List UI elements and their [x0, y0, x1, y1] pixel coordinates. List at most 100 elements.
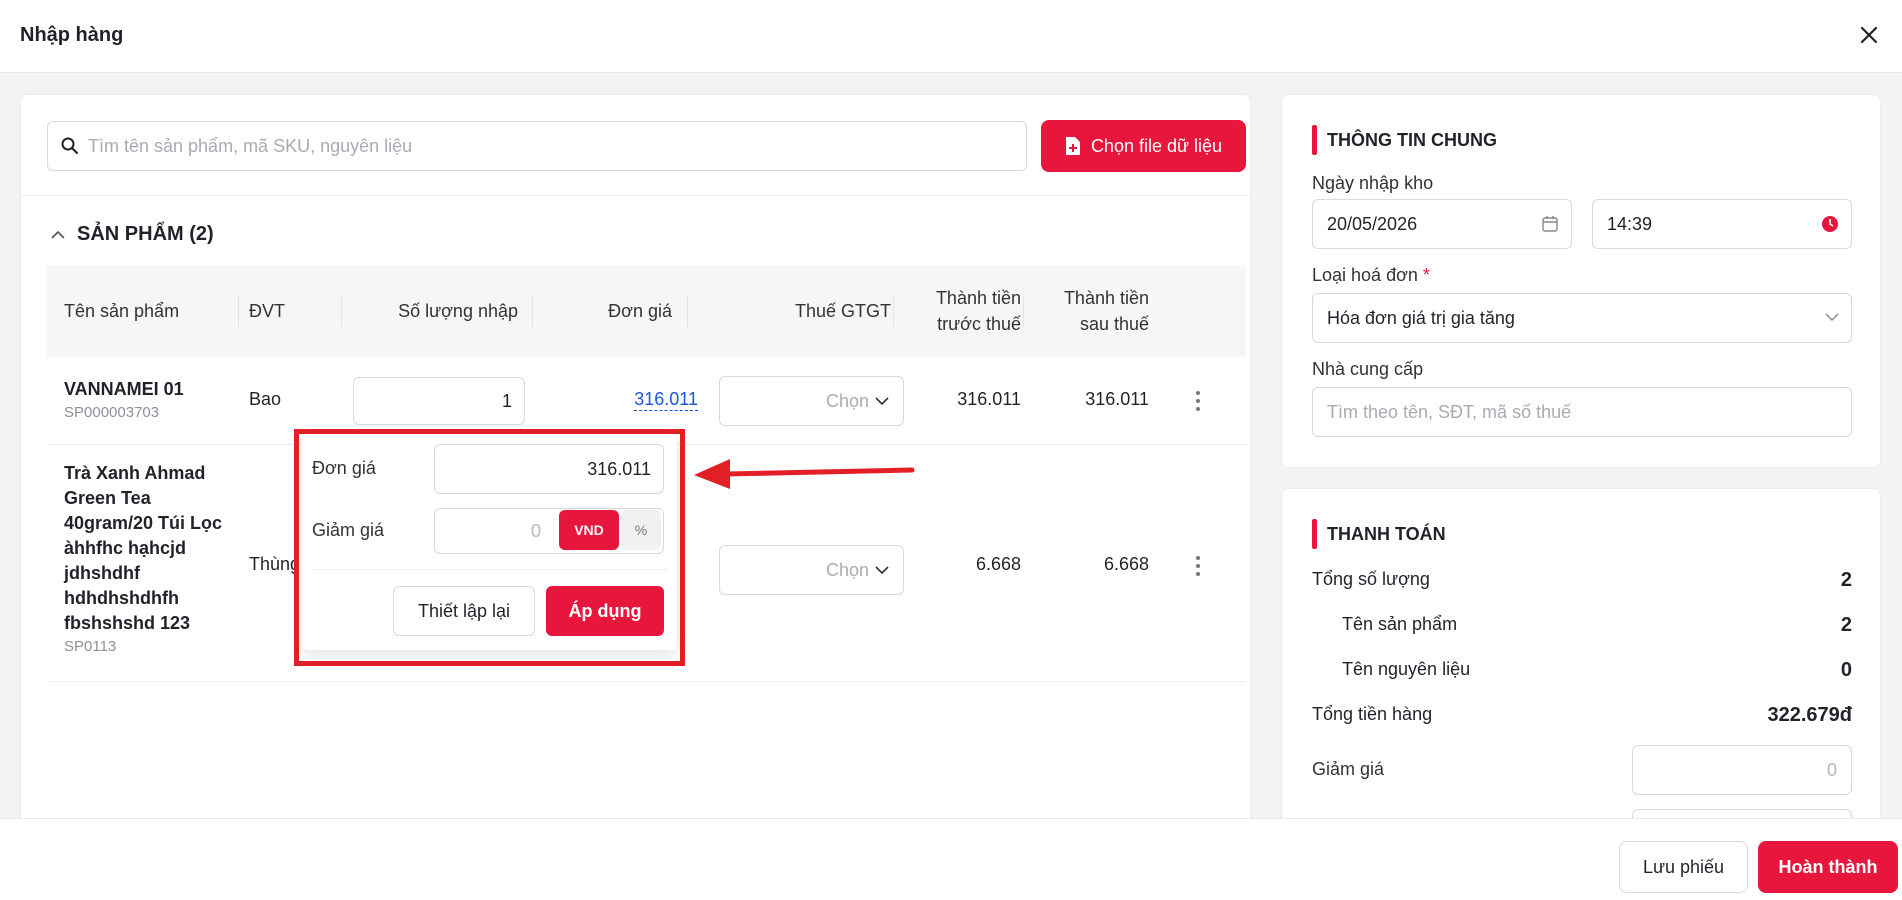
- chevron-up-icon: [51, 230, 65, 239]
- unit-cell: Thùng: [249, 554, 301, 574]
- import-time-field[interactable]: 14:39: [1592, 199, 1852, 249]
- product-name-line: àhhfhc hạhcjd: [64, 538, 187, 558]
- material-count-value: 0: [1840, 659, 1852, 681]
- search-icon: [61, 137, 79, 155]
- section-accent-bar: [1312, 125, 1317, 155]
- invoice-type-label-text: Loại hoá đơn: [1312, 265, 1418, 285]
- col-price: Đơn giá: [608, 300, 672, 321]
- table-header: Tên sản phẩm ĐVT Số lượng nhập Đơn giá T…: [47, 265, 1246, 357]
- before-tax-value: 6.668: [975, 554, 1021, 574]
- vat-select[interactable]: Chọn: [719, 545, 904, 595]
- modal-header: Nhập hàng: [0, 0, 1902, 73]
- col-after-tax-line2: sau thuế: [1079, 314, 1149, 334]
- invoice-type-value: Hóa đơn giá trị gia tăng: [1327, 307, 1515, 328]
- import-date-label: Ngày nhập kho: [1312, 173, 1434, 193]
- product-cell: Trà Xanh Ahmad Green Tea 40gram/20 Túi L…: [64, 461, 222, 655]
- search-box[interactable]: [47, 121, 1027, 171]
- total-qty-label: Tổng số lượng: [1312, 569, 1430, 589]
- payment-card: THANH TOÁN Tổng số lượng 2 Tên sản phẩm …: [1281, 488, 1881, 859]
- import-date-field[interactable]: 20/05/2026: [1312, 199, 1572, 249]
- section-accent-bar: [1312, 519, 1317, 549]
- invoice-type-select[interactable]: Hóa đơn giá trị gia tăng: [1312, 293, 1852, 343]
- product-name-line: Trà Xanh Ahmad: [64, 463, 206, 483]
- col-unit: ĐVT: [249, 300, 285, 321]
- product-cell: VANNAMEI 01 SP000003703: [64, 377, 184, 421]
- payment-title-text: THANH TOÁN: [1327, 523, 1446, 544]
- discount-label: Giảm giá: [1312, 759, 1385, 779]
- row-more-icon[interactable]: [1188, 386, 1208, 416]
- quantity-input[interactable]: 1: [353, 377, 525, 425]
- total-goods-label: Tổng tiền hàng: [1312, 704, 1433, 724]
- vat-select-placeholder: Chọn: [825, 390, 869, 411]
- products-section-title: SẢN PHẨM (2): [77, 223, 214, 245]
- divider: [341, 295, 342, 327]
- unit-price-link[interactable]: 316.011: [634, 389, 698, 411]
- annotation-highlight-box: [294, 429, 685, 666]
- vat-select-placeholder: Chọn: [825, 559, 869, 580]
- divider: [893, 295, 894, 327]
- general-info-title-text: THÔNG TIN CHUNG: [1327, 129, 1497, 150]
- material-count-label: Tên nguyên liệu: [1342, 659, 1471, 679]
- products-section-toggle[interactable]: SẢN PHẨM (2): [51, 223, 214, 246]
- col-after-tax-line1: Thành tiền: [1063, 288, 1149, 308]
- product-sku: SP0113: [64, 638, 117, 655]
- file-add-icon: [1065, 137, 1080, 155]
- invoice-type-label: Loại hoá đơn *: [1312, 265, 1430, 286]
- chevron-down-icon: [875, 566, 889, 575]
- vat-select[interactable]: Chọn: [719, 376, 904, 426]
- product-name-line: hdhdhshdhfh: [64, 588, 179, 608]
- close-icon[interactable]: [1856, 22, 1882, 48]
- divider: [532, 295, 533, 327]
- col-name: Tên sản phẩm: [64, 300, 180, 321]
- general-info-card: THÔNG TIN CHUNG Ngày nhập kho 20/05/2026…: [1281, 94, 1881, 468]
- discount-input[interactable]: 0: [1632, 745, 1852, 795]
- col-after-tax: Thành tiền sau thuế: [1027, 265, 1149, 357]
- before-tax-value: 316.011: [957, 389, 1021, 409]
- product-name-line: Green Tea: [64, 488, 151, 508]
- total-qty-row: Tổng số lượng 2: [1312, 569, 1852, 592]
- search-input[interactable]: [88, 135, 988, 157]
- chevron-down-icon: [1825, 313, 1839, 321]
- col-before-tax: Thành tiền trước thuế: [897, 265, 1021, 357]
- col-before-tax-line1: Thành tiền: [935, 288, 1021, 308]
- choose-file-label: Chọn file dữ liệu: [1090, 135, 1223, 156]
- payment-title: THANH TOÁN: [1312, 519, 1446, 549]
- annotation-arrow-icon: [694, 459, 915, 489]
- col-qty: Số lượng nhập: [398, 300, 518, 321]
- required-mark: *: [1422, 265, 1430, 285]
- product-name: VANNAMEI 01: [64, 379, 184, 399]
- general-info-title: THÔNG TIN CHUNG: [1312, 125, 1497, 155]
- after-tax-value: 316.011: [1085, 389, 1149, 409]
- product-name-line: jdhshdhf: [64, 563, 140, 583]
- after-tax-value: 6.668: [1103, 554, 1149, 574]
- product-count-label: Tên sản phẩm: [1342, 614, 1458, 634]
- page-title: Nhập hàng: [20, 24, 124, 46]
- complete-button[interactable]: Hoàn thành: [1758, 841, 1898, 893]
- divider: [687, 295, 688, 327]
- footer-bar: Lưu phiếu Hoàn thành: [0, 818, 1902, 900]
- import-time-value: 14:39: [1607, 213, 1653, 234]
- product-name-line: 40gram/20 Túi Lọc: [64, 513, 223, 533]
- total-goods-value: 322.679đ: [1767, 704, 1852, 726]
- col-vat: Thuế GTGT: [794, 300, 891, 321]
- total-qty-value: 2: [1840, 569, 1852, 591]
- unit-cell: Bao: [249, 389, 282, 409]
- total-goods-row: Tổng tiền hàng 322.679đ: [1312, 704, 1852, 727]
- chevron-down-icon: [875, 397, 889, 406]
- import-date-value: 20/05/2026: [1327, 213, 1418, 234]
- product-count-row: Tên sản phẩm 2: [1312, 614, 1852, 637]
- row-more-icon[interactable]: [1188, 551, 1208, 581]
- divider: [21, 195, 1250, 196]
- choose-file-button[interactable]: Chọn file dữ liệu: [1041, 120, 1246, 172]
- save-draft-button[interactable]: Lưu phiếu: [1619, 841, 1748, 893]
- divider: [1023, 295, 1024, 327]
- col-before-tax-line2: trước thuế: [937, 314, 1021, 334]
- product-count-value: 2: [1840, 614, 1852, 636]
- supplier-label: Nhà cung cấp: [1312, 359, 1424, 379]
- material-count-row: Tên nguyên liệu 0: [1312, 659, 1852, 682]
- product-name-line: fbshshshd 123: [64, 613, 191, 633]
- supplier-input[interactable]: Tìm theo tên, SĐT, mã số thuế: [1312, 387, 1852, 437]
- calendar-icon: [1542, 216, 1558, 232]
- clock-icon: [1822, 216, 1838, 232]
- product-sku: SP000003703: [64, 404, 160, 421]
